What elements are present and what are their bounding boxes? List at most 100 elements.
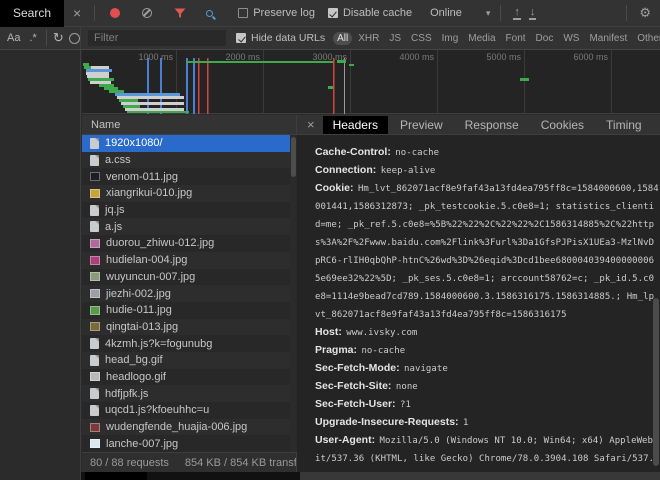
disable-cache-checkbox[interactable]	[328, 8, 338, 18]
request-name: wudengfende_huajia-006.jpg	[106, 421, 247, 433]
filter-pill-font[interactable]: Font	[502, 32, 530, 45]
bottom-strip	[81, 472, 660, 480]
filter-pill-manifest[interactable]: Manifest	[585, 32, 631, 45]
request-row[interactable]: jiezhi-002.jpg	[82, 285, 290, 302]
export-har-icon[interactable]: ↓	[529, 7, 537, 20]
close-search-icon[interactable]: ×	[64, 6, 90, 20]
name-header-label: Name	[91, 119, 120, 131]
request-name: xiangrikui-010.jpg	[106, 187, 192, 199]
image-thumbnail-icon	[90, 189, 100, 198]
request-row[interactable]: hudie-011.jpg	[82, 302, 290, 319]
import-har-icon[interactable]: ↑	[513, 7, 521, 20]
header-line-continuation: vt_862071acf8e9faf43a13fd4ea795ff8c=1586…	[315, 304, 660, 322]
search-icon[interactable]	[206, 10, 213, 17]
request-row[interactable]: a.css	[82, 152, 290, 169]
tab-headers[interactable]: Headers	[323, 116, 388, 134]
header-line-continuation: 001441,1586312873; _pk_testcookie.5.c0e8…	[315, 196, 660, 214]
header-line-continuation: d=me; _pk_ref.5.c0e8=%5B%22%22%2C%22%22%…	[315, 214, 660, 232]
request-name: jq.js	[105, 204, 125, 216]
request-row[interactable]: jq.js	[82, 202, 290, 219]
close-details-icon[interactable]: ×	[297, 117, 323, 132]
request-name: 1920x1080/	[105, 137, 163, 149]
file-icon	[90, 221, 99, 232]
request-name: lanche-007.jpg	[106, 438, 178, 450]
filter-pill-img[interactable]: Img	[438, 32, 463, 45]
request-row[interactable]: head_bg.gif	[82, 352, 290, 369]
request-row[interactable]: 4kzmh.js?k=fogunubg	[82, 335, 290, 352]
preserve-log-checkbox[interactable]	[238, 8, 248, 18]
request-row[interactable]: lanche-007.jpg	[82, 435, 290, 452]
header-line: Sec-Fetch-User: ?1	[315, 394, 660, 412]
request-row[interactable]: hdfjpfk.js	[82, 385, 290, 402]
request-row[interactable]: venom-011.jpg	[82, 168, 290, 185]
header-line: Host: www.ivsky.com	[315, 322, 660, 340]
document-icon	[90, 138, 99, 149]
request-row[interactable]: 1920x1080/	[82, 135, 290, 152]
details-scroll-track	[300, 472, 660, 480]
filter-pill-ws[interactable]: WS	[559, 32, 583, 45]
header-line: Upgrade-Insecure-Requests: 1	[315, 412, 660, 430]
request-row[interactable]: wudengfende_huajia-006.jpg	[82, 419, 290, 436]
details-tabs: × HeadersPreviewResponseCookiesTiming	[297, 115, 660, 135]
search-results-pane	[0, 50, 81, 480]
throttling-select[interactable]: Online ▾	[430, 7, 490, 19]
disable-cache-group[interactable]: Disable cache	[328, 7, 412, 19]
record-network-log-icon[interactable]	[110, 8, 120, 18]
request-name: hudie-011.jpg	[106, 304, 172, 316]
header-line-continuation: s%3A%2F%2Fwww.baidu.com%2Flink%3Furl%3Da…	[315, 232, 660, 250]
summary-bar: 80 / 88 requests 854 KB / 854 KB transfe…	[82, 452, 297, 472]
image-thumbnail-icon	[90, 306, 100, 315]
filter-pill-all[interactable]: All	[333, 32, 352, 45]
tab-timing[interactable]: Timing	[596, 116, 652, 134]
search-drawer-tab[interactable]: Search	[0, 0, 64, 27]
request-row[interactable]: wuyuncun-007.jpg	[82, 269, 290, 286]
regex-button[interactable]: .*	[29, 32, 36, 44]
request-table: Name 1920x1080/a.css venom-011.jpg xiangri…	[82, 115, 297, 480]
request-row[interactable]: hudielan-004.jpg	[82, 252, 290, 269]
request-name: a.css	[105, 154, 131, 166]
request-row[interactable]: duorou_zhiwu-012.jpg	[82, 235, 290, 252]
request-name: 4kzmh.js?k=fogunubg	[105, 338, 212, 350]
ruler-label: 1000 ms	[115, 52, 173, 62]
image-thumbnail-icon	[90, 372, 100, 381]
refresh-icon[interactable]: ↻	[53, 30, 64, 46]
tab-preview[interactable]: Preview	[390, 116, 453, 134]
network-overview[interactable]: 1000 ms2000 ms3000 ms4000 ms5000 ms6000 …	[82, 50, 660, 114]
filter-pill-doc[interactable]: Doc	[532, 32, 558, 45]
scrollbar-thumb[interactable]	[291, 137, 296, 177]
tab-cookies[interactable]: Cookies	[531, 116, 594, 134]
details-scrollbar-thumb[interactable]	[653, 298, 659, 466]
match-case-button[interactable]: Aa	[7, 32, 20, 44]
filter-toolbar: Aa .* ↻ Hide data URLs AllXHRJSCSSImgMed…	[0, 27, 660, 50]
header-line-continuation: pRC6-rlIH0qbQhP-htnC%26wd%3D%26eqid%3Dcd…	[315, 250, 660, 268]
gear-icon[interactable]: ⚙	[639, 5, 651, 21]
preserve-log-group[interactable]: Preserve log	[238, 7, 315, 19]
request-row[interactable]: a.js	[82, 218, 290, 235]
request-row[interactable]: uqcd1.js?kfoeuhhc=u	[82, 402, 290, 419]
main-toolbar: Search × Preserve log Disable cache Onli…	[0, 0, 660, 27]
filter-input[interactable]	[88, 30, 226, 46]
request-list-scrollbar[interactable]	[290, 135, 297, 452]
file-icon	[90, 155, 99, 166]
image-thumbnail-icon	[90, 256, 100, 265]
tab-response[interactable]: Response	[455, 116, 529, 134]
filter-pill-css[interactable]: CSS	[407, 32, 436, 45]
image-thumbnail-icon	[90, 289, 100, 298]
filter-pill-media[interactable]: Media	[464, 32, 499, 45]
request-row[interactable]: xiangrikui-010.jpg	[82, 185, 290, 202]
image-thumbnail-icon	[90, 439, 100, 448]
name-column-header[interactable]: Name	[82, 115, 297, 135]
request-row[interactable]: headlogo.gif	[82, 369, 290, 386]
filter-pill-other[interactable]: Other	[633, 32, 660, 45]
filter-pill-js[interactable]: JS	[385, 32, 405, 45]
filter-icon[interactable]	[174, 8, 186, 19]
request-name: headlogo.gif	[106, 371, 166, 383]
clear-network-log-icon[interactable]	[142, 8, 152, 18]
hide-data-urls-checkbox[interactable]	[236, 33, 246, 43]
filter-pill-xhr[interactable]: XHR	[354, 32, 383, 45]
ruler-label: 2000 ms	[202, 52, 260, 62]
hide-data-urls-group[interactable]: Hide data URLs	[236, 32, 325, 44]
clear-search-icon[interactable]	[69, 33, 80, 44]
header-line-continuation: it/537.36 (KHTML, like Gecko) Chrome/78.…	[315, 448, 660, 466]
request-row[interactable]: qingtai-013.jpg	[82, 319, 290, 336]
